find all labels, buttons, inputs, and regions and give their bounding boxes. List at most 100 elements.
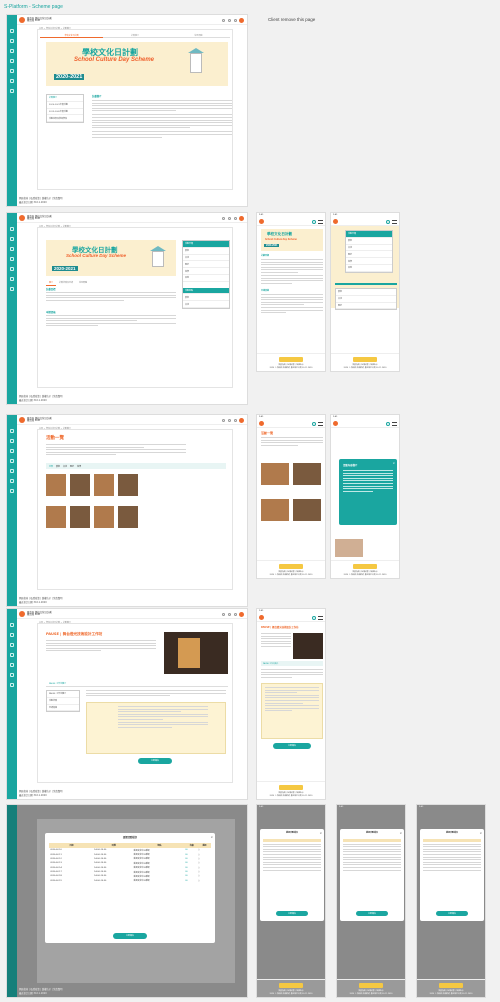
location-item[interactable]: 歷史 <box>336 303 396 310</box>
filter-culture[interactable]: 文化 <box>63 465 67 468</box>
category-item[interactable]: 文化 <box>346 245 392 252</box>
list-icon[interactable] <box>10 257 14 261</box>
info-icon[interactable] <box>10 683 14 687</box>
left-menu-item[interactable]: 2020-2021年度活動 <box>47 102 83 109</box>
footer-links[interactable]: 網頁指南 | 私隱政策 | 版權告示 <box>358 990 383 992</box>
home-icon[interactable] <box>10 29 14 33</box>
left-menu-item[interactable]: 2019-2020年度活動 <box>47 109 83 116</box>
detail-menu-item[interactable]: PAUSE 工作坊簡介 <box>47 691 79 698</box>
activity-thumb[interactable] <box>261 499 289 521</box>
close-icon[interactable]: × <box>319 831 322 835</box>
register-button[interactable]: 立即報名 <box>138 758 172 764</box>
logo-icon[interactable] <box>333 219 338 225</box>
search-icon[interactable] <box>10 439 14 443</box>
category-item[interactable]: 其他 <box>183 275 229 282</box>
search-icon[interactable] <box>222 18 225 22</box>
logo-icon[interactable] <box>19 611 25 617</box>
menu-icon[interactable] <box>392 220 397 224</box>
menu-icon[interactable] <box>392 422 397 426</box>
close-icon[interactable]: × <box>392 461 395 465</box>
sidebar-nav[interactable] <box>7 415 17 606</box>
category-item[interactable]: 藝術 <box>183 248 229 255</box>
footer-links[interactable]: 網頁指南 | 私隱政策 | 版權告示 <box>278 364 303 366</box>
list-icon[interactable] <box>10 653 14 657</box>
logo-icon[interactable] <box>333 421 338 427</box>
star-icon[interactable] <box>10 267 14 271</box>
activity-thumb[interactable] <box>46 506 66 528</box>
search-icon[interactable] <box>10 39 14 43</box>
tab-faq[interactable]: 常見問題 <box>76 280 90 286</box>
location-item[interactable]: 文化 <box>183 301 229 309</box>
activity-thumb[interactable] <box>261 463 289 485</box>
close-icon[interactable]: × <box>399 831 402 835</box>
star-icon[interactable] <box>10 469 14 473</box>
add-icon[interactable] <box>312 421 316 426</box>
calendar-icon[interactable] <box>10 643 14 647</box>
home-icon[interactable] <box>10 623 14 627</box>
footer-links[interactable]: 網頁指南 | 私隱政策 | 版權告示 <box>278 571 303 573</box>
add-icon[interactable] <box>386 219 390 224</box>
close-icon[interactable]: × <box>479 831 482 835</box>
footer-links[interactable]: 網頁指南 | 私隱政策 | 版權告示 <box>438 990 463 992</box>
calendar-icon[interactable] <box>10 49 14 53</box>
tab-overview[interactable]: 簡介 <box>46 280 57 286</box>
search-icon[interactable] <box>222 612 225 616</box>
search-icon[interactable] <box>10 633 14 637</box>
category-item[interactable]: 文化 <box>183 255 229 262</box>
sidebar-nav[interactable] <box>7 609 17 799</box>
category-item[interactable]: 藝術 <box>346 238 392 245</box>
user-icon[interactable] <box>10 79 14 83</box>
share-icon[interactable] <box>234 612 237 616</box>
category-item[interactable]: 歷史 <box>346 251 392 259</box>
home-icon[interactable] <box>10 227 14 231</box>
home-icon[interactable] <box>10 429 14 433</box>
sidebar-nav[interactable] <box>7 213 17 404</box>
activity-thumb[interactable] <box>335 539 363 557</box>
add-icon[interactable] <box>386 421 390 426</box>
logo-icon[interactable] <box>259 615 264 621</box>
detail-menu-item[interactable]: 申請資格 <box>47 705 79 712</box>
logo-icon[interactable] <box>19 417 25 423</box>
tab-details[interactable]: 計劃詳情及申請 <box>56 280 76 286</box>
activity-thumb[interactable] <box>118 506 138 528</box>
menu-icon[interactable] <box>318 616 323 620</box>
user-icon[interactable] <box>10 673 14 677</box>
share-icon[interactable] <box>234 18 237 22</box>
session-rows[interactable] <box>263 839 321 872</box>
logo-icon[interactable] <box>259 421 264 427</box>
footer-links[interactable]: 網頁指南 | 私隱政策 | 版權告示 <box>352 364 377 366</box>
activity-thumb[interactable] <box>293 463 321 485</box>
logo-icon[interactable] <box>19 215 25 221</box>
location-item[interactable]: 藝術 <box>183 294 229 302</box>
menu-icon[interactable] <box>318 220 323 224</box>
tab-faq[interactable]: 常見問題 <box>166 32 230 38</box>
logo-icon[interactable] <box>259 219 264 225</box>
activity-thumb[interactable] <box>70 506 90 528</box>
calendar-icon[interactable] <box>10 247 14 251</box>
search-icon[interactable] <box>222 216 225 220</box>
share-icon[interactable] <box>234 216 237 220</box>
footer-links[interactable]: 網頁指南 | 私隱政策 | 版權告示 <box>278 792 303 794</box>
list-icon[interactable] <box>10 59 14 63</box>
info-icon[interactable] <box>10 89 14 93</box>
activity-thumb[interactable] <box>94 474 114 496</box>
filter-history[interactable]: 歷史 <box>70 465 74 468</box>
language-icon[interactable] <box>228 18 231 22</box>
profile-icon[interactable] <box>239 417 244 423</box>
star-icon[interactable] <box>10 663 14 667</box>
sidebar-nav[interactable] <box>7 805 17 997</box>
language-icon[interactable] <box>228 418 231 422</box>
category-item[interactable]: 科學 <box>183 268 229 275</box>
calendar-icon[interactable] <box>10 449 14 453</box>
register-button[interactable]: 立即報名 <box>273 743 311 749</box>
user-icon[interactable] <box>10 479 14 483</box>
language-icon[interactable] <box>228 216 231 220</box>
footer-links[interactable]: 網頁指南 | 私隱政策 | 版權告示 <box>278 990 303 992</box>
activity-thumb[interactable] <box>70 474 90 496</box>
activity-thumb[interactable] <box>293 499 321 521</box>
table-row[interactable]: 2020-02-19 14:00-15:30 香港文化中心劇場 30 ○ <box>49 879 211 883</box>
activity-thumb[interactable] <box>94 506 114 528</box>
sidebar-nav[interactable] <box>7 15 17 206</box>
info-icon[interactable] <box>10 287 14 291</box>
category-item[interactable]: 其他 <box>346 265 392 272</box>
